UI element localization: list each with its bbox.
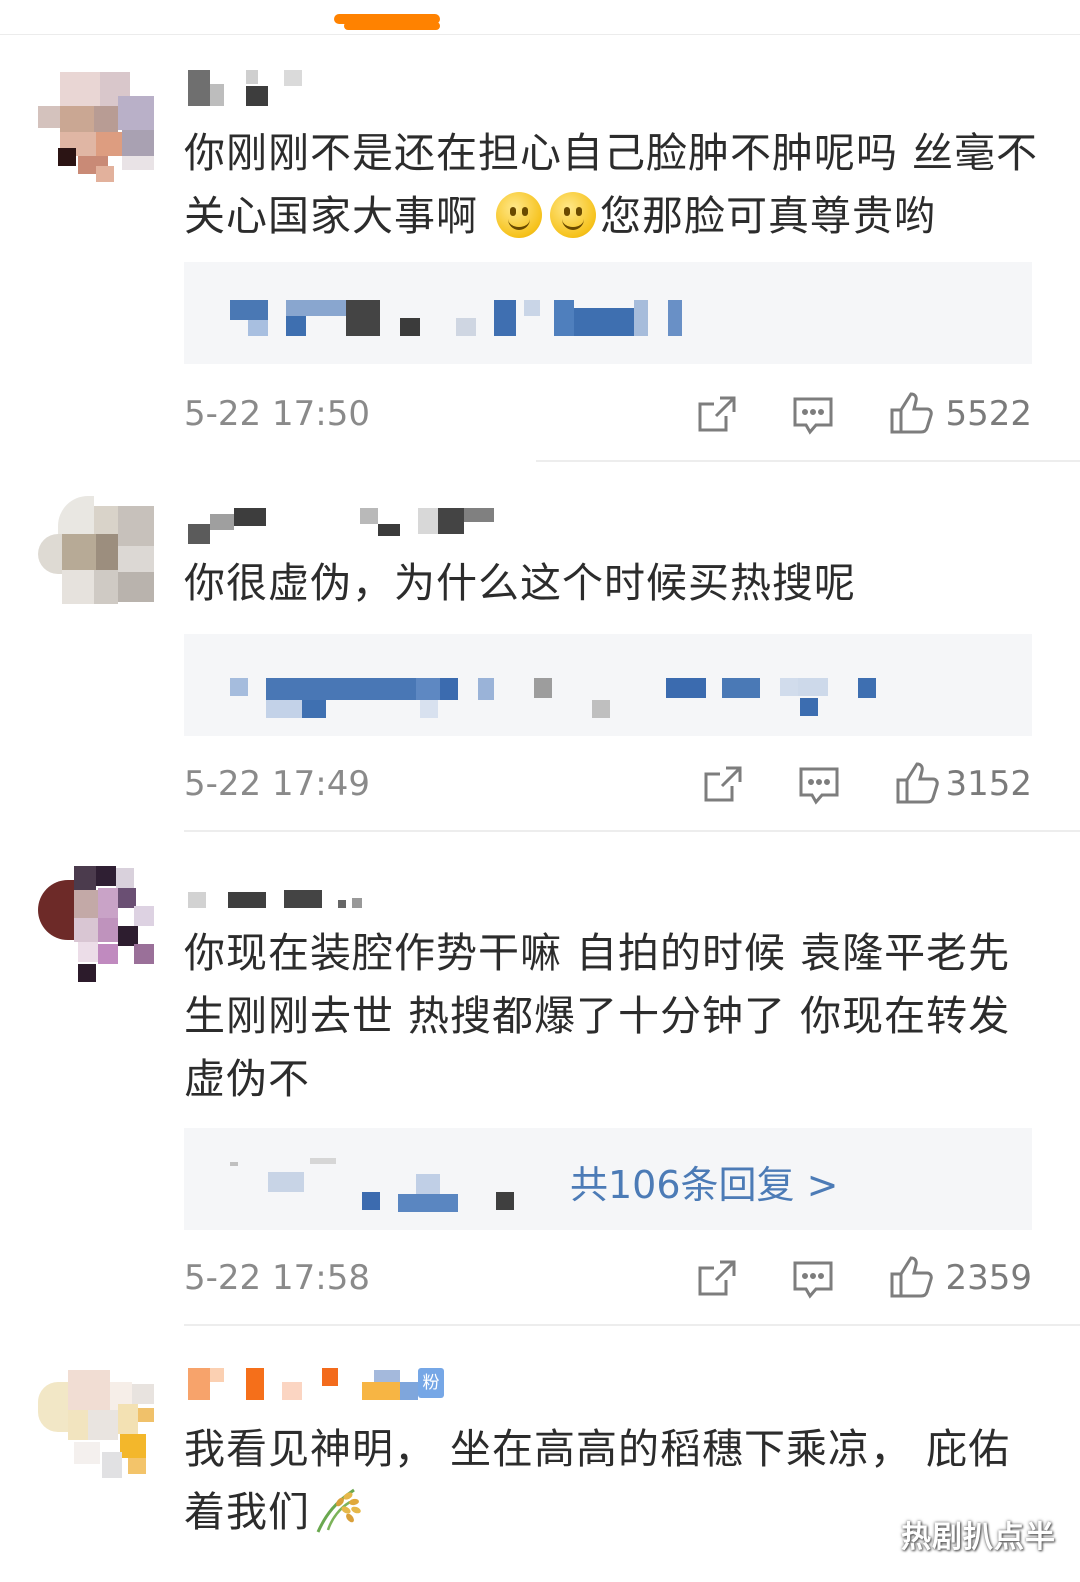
replies-preview[interactable] <box>184 262 1032 364</box>
comment-text: 你很虚伪，为什么这个时候买热搜呢 <box>184 559 856 607</box>
active-tab-indicator <box>334 14 440 30</box>
avatar[interactable] <box>38 1362 154 1478</box>
rice-icon <box>316 1488 361 1533</box>
replies-preview[interactable]: 共106条回复 > <box>184 1128 1032 1230</box>
username-masked[interactable] <box>188 70 318 110</box>
timestamp: 5-22 17:50 <box>184 394 370 434</box>
comment-meta: 5-22 17:58 2359 <box>184 1254 1032 1304</box>
comment-meta: 5-22 17:49 3152 <box>184 760 1032 810</box>
avatar[interactable] <box>38 496 154 612</box>
divider <box>536 460 1080 462</box>
like-icon[interactable] <box>894 760 940 806</box>
share-icon[interactable] <box>702 764 744 806</box>
replies-preview[interactable] <box>184 634 1032 736</box>
comment-text: 你刚刚不是还在担心自己脸肿不肿呢吗 丝毫不关心国家大事啊 您那脸可真尊贵哟 <box>184 122 1044 248</box>
like-count: 2359 <box>945 1258 1032 1298</box>
like-count: 5522 <box>945 394 1032 434</box>
comment-text: 你现在装腔作势干嘛 自拍的时候 袁隆平老先生刚刚去世 热搜都爆了十分钟了 你现在… <box>184 929 1011 1103</box>
comment-text-part: 我看见神明， 坐在高高的稻穗下乘凉， 庇佑着我们 <box>184 1425 1011 1536</box>
top-divider <box>0 34 1080 35</box>
comment-icon[interactable] <box>798 764 840 806</box>
avatar[interactable] <box>38 66 154 182</box>
view-all-replies-link[interactable]: 共106条回复 > <box>570 1154 838 1209</box>
watermark: 热剧扒点半 <box>901 1520 1056 1555</box>
comment-icon[interactable] <box>792 1258 834 1300</box>
smile-emoji-icon <box>496 192 543 238</box>
like-count: 3152 <box>945 764 1032 804</box>
like-icon[interactable] <box>888 390 934 436</box>
avatar[interactable] <box>38 866 154 982</box>
share-icon[interactable] <box>696 394 738 436</box>
fan-badge: 粉 <box>418 1368 444 1398</box>
smile-emoji-icon <box>550 192 597 238</box>
divider <box>184 830 1080 832</box>
comment-text-part: 您那脸可真尊贵哟 <box>600 192 937 240</box>
comment-icon[interactable] <box>792 394 834 436</box>
username-masked[interactable]: 粉 <box>188 1364 458 1404</box>
comment-meta: 5-22 17:50 5522 <box>184 390 1032 440</box>
divider <box>184 1324 1080 1326</box>
timestamp: 5-22 17:49 <box>184 764 370 804</box>
username-masked[interactable] <box>188 508 498 548</box>
share-icon[interactable] <box>696 1258 738 1300</box>
timestamp: 5-22 17:58 <box>184 1258 370 1298</box>
like-icon[interactable] <box>888 1254 934 1300</box>
